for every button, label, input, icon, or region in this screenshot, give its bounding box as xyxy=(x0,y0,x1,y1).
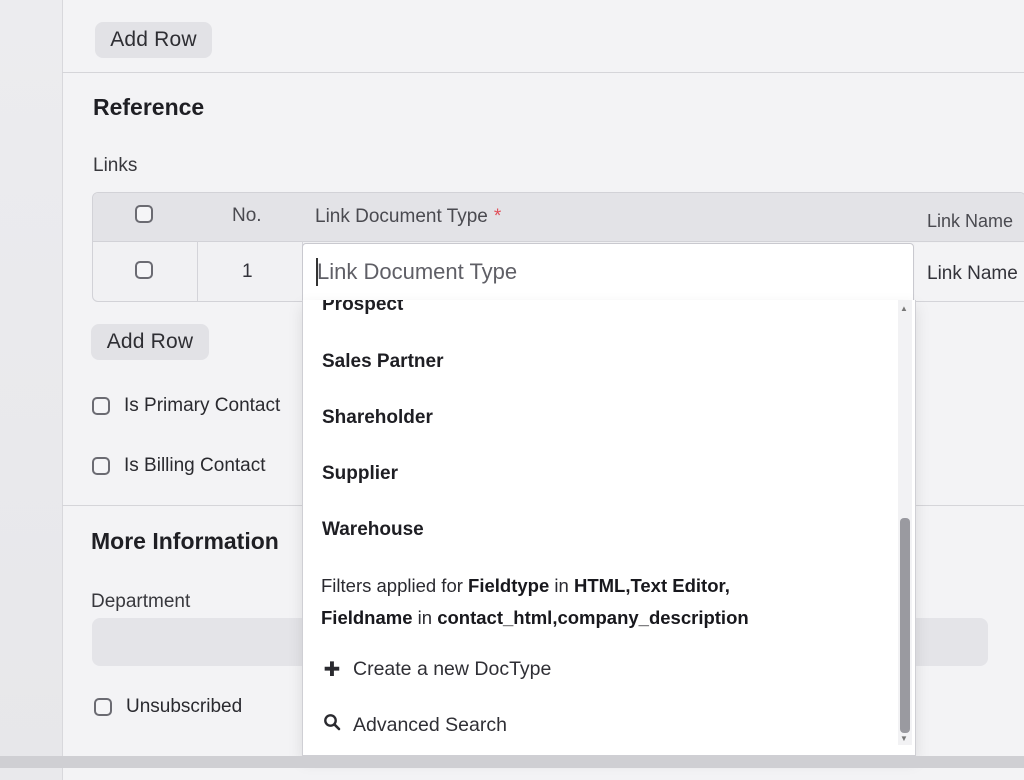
department-label: Department xyxy=(91,591,191,612)
filter-in: in xyxy=(554,575,569,596)
is-primary-contact-checkbox[interactable] xyxy=(92,397,110,415)
dropdown-option[interactable]: Shareholder xyxy=(322,407,433,429)
more-information-heading: More Information xyxy=(91,528,279,554)
column-header-link-name: Link Name xyxy=(927,211,1014,231)
filter-in: in xyxy=(417,607,433,628)
top-add-row-button[interactable]: Add Row xyxy=(95,22,212,58)
advanced-search-button[interactable]: Advanced Search xyxy=(321,713,507,737)
link-document-type-input[interactable] xyxy=(302,243,914,301)
dropdown-option[interactable]: Sales Partner xyxy=(322,351,443,373)
is-billing-contact-label: Is Billing Contact xyxy=(124,455,266,476)
required-indicator: * xyxy=(493,206,502,227)
link-name-cell[interactable]: Link Name xyxy=(915,243,1024,302)
scroll-up-arrow-icon[interactable]: ▲ xyxy=(900,304,908,313)
select-all-checkbox[interactable] xyxy=(135,205,153,223)
dropdown-option[interactable]: Supplier xyxy=(322,463,398,485)
filters-applied-note: Filters applied for Fieldtype in HTML,Te… xyxy=(321,570,881,634)
row-select-checkbox[interactable] xyxy=(135,261,153,279)
filter-field-name: Fieldname xyxy=(321,607,413,628)
reference-heading: Reference xyxy=(93,94,205,120)
is-billing-contact-checkbox[interactable] xyxy=(92,457,110,475)
screen-bottom-edge xyxy=(0,756,1024,768)
link-document-type-dropdown: Prospect Sales Partner Shareholder Suppl… xyxy=(302,300,916,756)
page: Add Row Reference Links No. Link Documen… xyxy=(0,0,1024,780)
links-label: Links xyxy=(93,155,138,176)
create-new-doctype-button[interactable]: ✚ Create a new DocType xyxy=(321,657,552,682)
filter-field-name: Fieldtype xyxy=(468,575,550,596)
links-add-row-button[interactable]: Add Row xyxy=(91,324,209,360)
column-separator xyxy=(197,241,198,301)
filter-prefix: Filters applied for xyxy=(321,575,463,596)
filter-field-values: HTML,Text Editor, xyxy=(573,575,730,596)
dropdown-option[interactable]: Prospect xyxy=(322,300,403,316)
filter-field-values: contact_html,company_description xyxy=(437,607,749,628)
unsubscribed-label: Unsubscribed xyxy=(126,696,243,717)
dropdown-scrollbar-thumb[interactable] xyxy=(900,518,910,733)
link-name-placeholder: Link Name xyxy=(927,263,1018,284)
create-new-doctype-label: Create a new DocType xyxy=(353,658,552,680)
column-header-link-document-type-label: Link Document Type xyxy=(315,206,488,227)
row-number: 1 xyxy=(242,261,253,282)
column-header-link-document-type[interactable]: Link Document Type * xyxy=(315,206,501,228)
is-primary-contact-label: Is Primary Contact xyxy=(124,395,281,416)
unsubscribed-checkbox[interactable] xyxy=(94,698,112,716)
section-divider-top xyxy=(62,72,1024,73)
search-icon xyxy=(321,713,343,737)
plus-icon: ✚ xyxy=(323,659,341,681)
text-cursor xyxy=(316,258,318,286)
dropdown-option[interactable]: Warehouse xyxy=(322,519,424,541)
scroll-down-arrow-icon[interactable]: ▼ xyxy=(900,734,908,743)
column-header-no: No. xyxy=(232,205,262,226)
advanced-search-label: Advanced Search xyxy=(353,713,507,736)
